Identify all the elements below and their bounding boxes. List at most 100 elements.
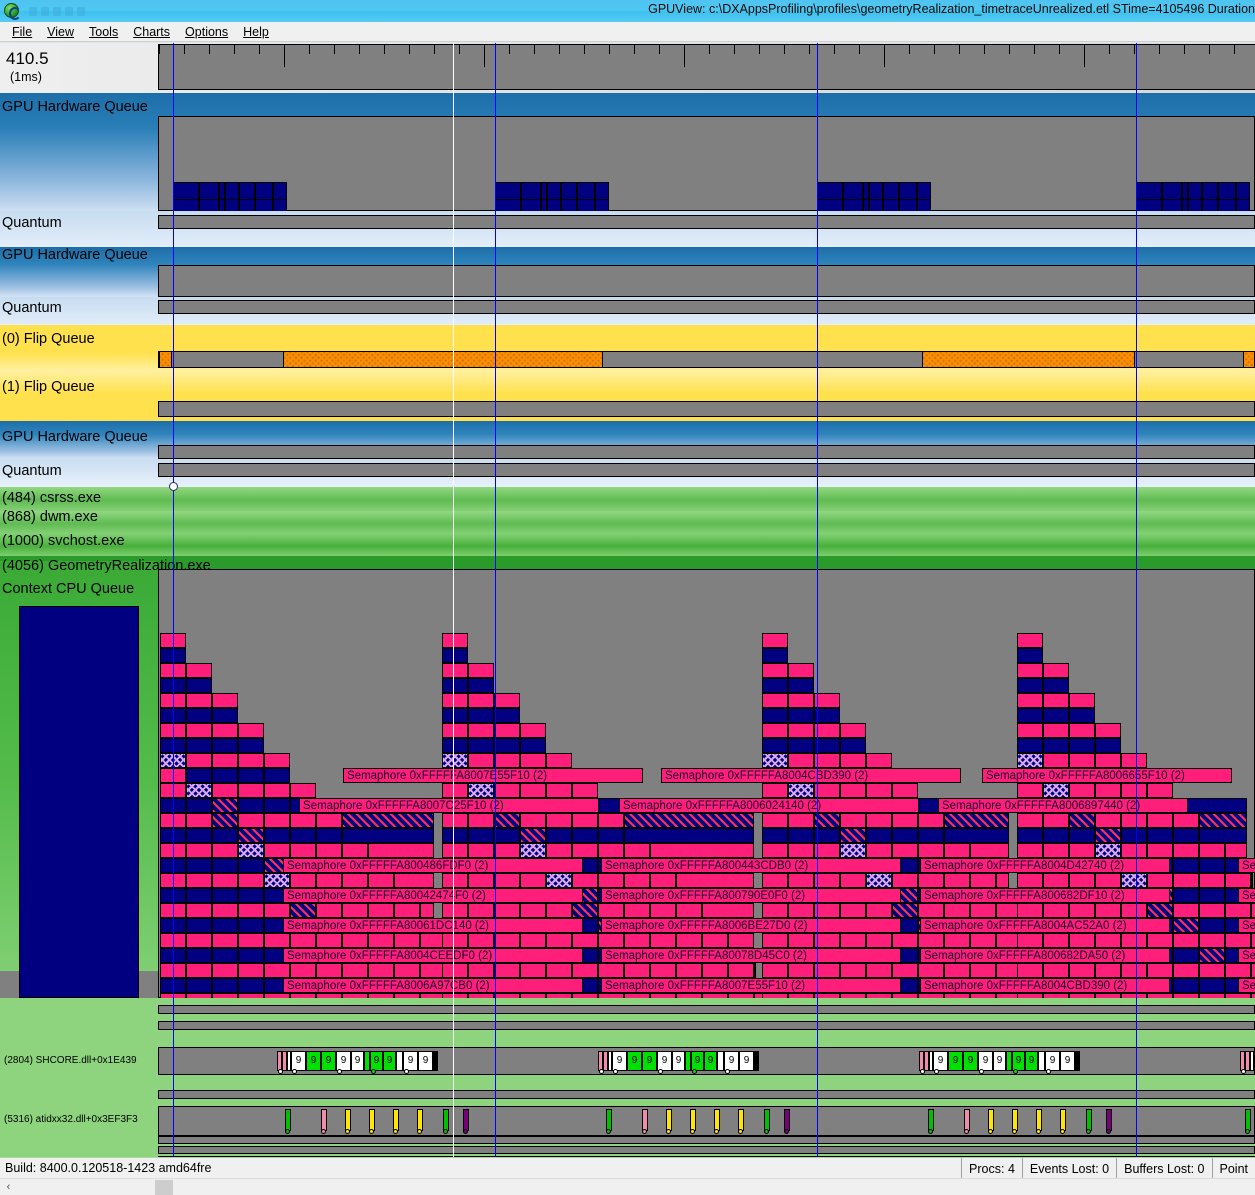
context-packet[interactable] <box>316 813 342 828</box>
menu-item-view[interactable]: View <box>40 23 81 41</box>
thread-event-stalk[interactable] <box>393 1109 399 1131</box>
context-packet[interactable] <box>866 843 892 858</box>
context-packet[interactable] <box>598 843 624 858</box>
context-packet[interactable] <box>290 903 316 918</box>
context-packet[interactable] <box>1043 903 1069 918</box>
context-packet[interactable] <box>1173 828 1199 843</box>
context-packet[interactable] <box>494 903 520 918</box>
context-packet[interactable] <box>1017 843 1043 858</box>
context-packet[interactable] <box>468 873 494 888</box>
thread-event-stalk[interactable] <box>714 1109 720 1131</box>
context-packet[interactable] <box>1017 663 1043 678</box>
context-packet[interactable] <box>572 933 598 948</box>
semaphore-label[interactable]: Semaphore 0xFFFFFA8004D42740 (2) <box>920 858 1170 873</box>
context-packet[interactable] <box>394 933 420 948</box>
context-packet[interactable] <box>546 843 572 858</box>
context-packet[interactable] <box>442 753 468 768</box>
context-packet[interactable] <box>1017 873 1043 888</box>
context-packet[interactable] <box>316 843 342 858</box>
context-packet[interactable] <box>212 738 238 753</box>
flip-queue-present-block[interactable] <box>283 351 603 368</box>
context-packet[interactable] <box>1095 753 1121 768</box>
context-packet[interactable] <box>1147 963 1173 978</box>
context-packet[interactable] <box>342 903 368 918</box>
thread-marker-block[interactable]: 9 <box>1060 1051 1075 1071</box>
context-packet[interactable] <box>676 933 702 948</box>
context-packet[interactable] <box>892 963 918 978</box>
context-packet[interactable] <box>1173 948 1199 963</box>
context-packet[interactable] <box>186 948 212 963</box>
context-packet[interactable] <box>892 873 918 888</box>
context-packet[interactable] <box>186 693 212 708</box>
context-packet[interactable] <box>1199 903 1225 918</box>
context-packet[interactable] <box>212 873 238 888</box>
context-packet[interactable] <box>238 918 264 933</box>
context-packet[interactable] <box>238 933 264 948</box>
flip-queue-1-track[interactable] <box>158 401 1255 417</box>
context-packet[interactable] <box>546 828 572 843</box>
context-packet[interactable] <box>1017 783 1043 798</box>
context-packet[interactable] <box>186 678 212 693</box>
semaphore-label[interactable]: Semaphore 0xFFFFFA800790E0F0 (2) <box>601 888 901 903</box>
context-packet[interactable] <box>762 738 788 753</box>
context-packet[interactable] <box>238 768 264 783</box>
context-packet[interactable] <box>520 783 546 798</box>
semaphore-label-truncated[interactable]: Ser <box>1238 978 1255 993</box>
gpu-packet[interactable] <box>917 182 931 200</box>
thread-event-stalk[interactable] <box>417 1109 423 1131</box>
context-packet[interactable] <box>290 843 316 858</box>
hardware-queue-3-track[interactable] <box>158 445 1255 459</box>
gpu-packet[interactable] <box>577 182 595 200</box>
context-packet[interactable] <box>316 933 342 948</box>
context-packet[interactable] <box>186 873 212 888</box>
context-packet[interactable] <box>572 873 598 888</box>
semaphore-label-truncated[interactable]: Ser <box>1238 918 1255 933</box>
context-packet[interactable] <box>442 663 468 678</box>
context-packet[interactable] <box>598 933 624 948</box>
thread-event-stalk[interactable] <box>1012 1109 1018 1131</box>
context-packet[interactable] <box>264 963 290 978</box>
context-packet[interactable] <box>1173 903 1199 918</box>
context-packet[interactable] <box>494 708 520 723</box>
context-packet[interactable] <box>970 963 996 978</box>
context-packet-run[interactable] <box>1251 873 1253 888</box>
context-packet[interactable] <box>1147 828 1173 843</box>
context-packet-run[interactable] <box>728 933 754 948</box>
context-packet[interactable] <box>546 873 572 888</box>
ruler-ticks[interactable] <box>158 44 1255 90</box>
context-packet[interactable] <box>494 738 520 753</box>
context-packet[interactable] <box>1043 813 1069 828</box>
context-packet[interactable] <box>468 708 494 723</box>
thread-track[interactable] <box>158 1005 1255 1014</box>
track-process-dwm[interactable] <box>0 511 1255 534</box>
context-packet[interactable] <box>598 873 624 888</box>
context-packet[interactable] <box>1017 723 1043 738</box>
context-packet[interactable] <box>442 723 468 738</box>
context-packet[interactable] <box>494 843 520 858</box>
gpu-packet[interactable] <box>1162 182 1182 200</box>
context-packet[interactable] <box>1147 933 1173 948</box>
context-packet[interactable] <box>1199 873 1225 888</box>
semaphore-label[interactable]: Semaphore 0xFFFFFA8004CEEDF0 (2) <box>283 948 583 963</box>
hardware-queue-1-track[interactable] <box>158 116 1255 211</box>
context-packet[interactable] <box>468 723 494 738</box>
context-packet[interactable] <box>1069 693 1095 708</box>
context-packet[interactable] <box>468 828 494 843</box>
semaphore-label[interactable]: Semaphore 0xFFFFFA80078D45C0 (2) <box>601 948 901 963</box>
context-packet[interactable] <box>762 783 788 798</box>
context-packet[interactable] <box>624 933 650 948</box>
thread-marker-block[interactable]: 9 <box>418 1051 433 1071</box>
context-packet[interactable] <box>212 843 238 858</box>
context-packet[interactable] <box>468 693 494 708</box>
context-packet[interactable] <box>238 723 264 738</box>
context-packet[interactable] <box>212 783 238 798</box>
context-packet[interactable] <box>238 753 264 768</box>
context-packet[interactable] <box>1121 843 1147 858</box>
context-packet[interactable] <box>186 708 212 723</box>
context-packet[interactable] <box>1043 843 1069 858</box>
context-packet[interactable] <box>1173 933 1199 948</box>
context-packet[interactable] <box>186 963 212 978</box>
menu-item-options[interactable]: Options <box>178 23 235 41</box>
context-packet[interactable] <box>442 633 468 648</box>
context-packet[interactable] <box>290 828 316 843</box>
